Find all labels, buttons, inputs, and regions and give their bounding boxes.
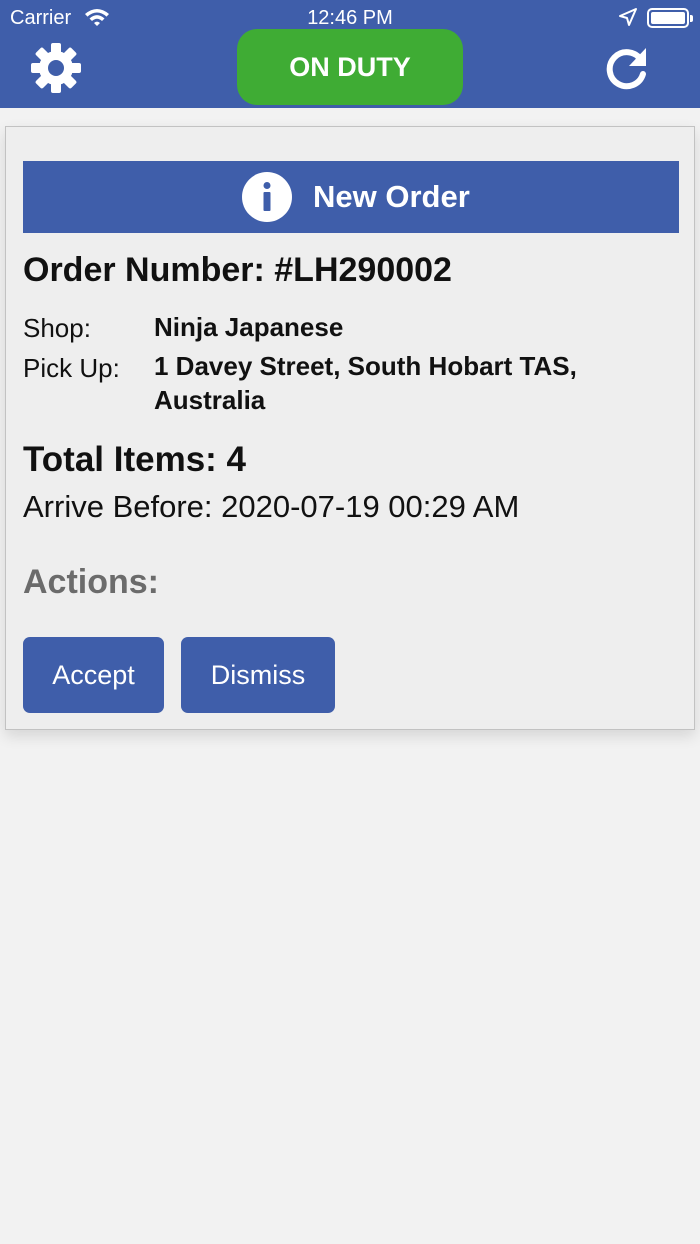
dismiss-button[interactable]: Dismiss bbox=[181, 637, 335, 713]
shop-label: Shop: bbox=[23, 313, 91, 343]
refresh-icon[interactable] bbox=[604, 44, 650, 92]
new-order-banner: New Order bbox=[23, 161, 679, 233]
location-arrow-icon bbox=[618, 7, 638, 33]
banner-title: New Order bbox=[313, 179, 470, 214]
arrive-before: Arrive Before: 2020-07-19 00:29 AM bbox=[23, 489, 520, 524]
battery-icon bbox=[647, 8, 693, 28]
accept-button[interactable]: Accept bbox=[23, 637, 164, 713]
info-icon bbox=[241, 171, 293, 223]
status-time: 12:46 PM bbox=[307, 7, 393, 29]
battery-level bbox=[651, 12, 685, 24]
gear-icon[interactable] bbox=[30, 42, 82, 94]
shop-value: Ninja Japanese bbox=[154, 312, 344, 342]
actions-heading: Actions: bbox=[23, 563, 159, 601]
order-number: Order Number: #LH290002 bbox=[23, 251, 452, 289]
pickup-label: Pick Up: bbox=[23, 353, 120, 383]
pickup-address: 1 Davey Street, South Hobart TAS, Austra… bbox=[154, 351, 577, 415]
order-card: New Order Order Number: #LH290002 Shop: … bbox=[5, 126, 695, 730]
on-duty-toggle[interactable]: ON DUTY bbox=[237, 29, 463, 105]
top-navbar: ON DUTY bbox=[0, 29, 700, 108]
total-items: Total Items: 4 bbox=[23, 440, 247, 479]
